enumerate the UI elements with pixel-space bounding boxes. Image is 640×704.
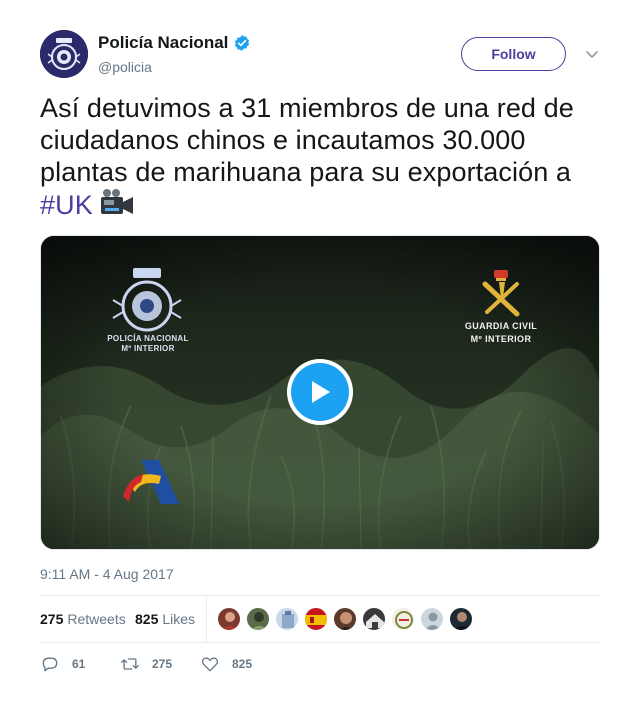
play-button-inner [291,363,349,421]
tweet-stats: 275 Retweets 825 Likes [40,595,600,643]
display-name[interactable]: Policía Nacional [98,33,228,53]
liker-avatar[interactable] [333,607,357,631]
likes-label: Likes [162,611,196,627]
liker-avatar[interactable] [246,607,270,631]
liker-avatar[interactable] [217,607,241,631]
liker-avatar[interactable] [391,607,415,631]
reply-button[interactable]: 61 [40,654,85,674]
stats-divider [206,596,207,642]
likes-count: 825 [135,611,159,627]
retweet-count: 275 [152,657,173,671]
retweets-stat[interactable]: 275 Retweets [40,611,126,627]
pn-caption-line1: POLICÍA NACIONAL [107,334,189,343]
liker-avatar[interactable] [275,607,299,631]
gc-caption-line2: Mº INTERIOR [470,334,532,344]
guardia-civil-caption: GUARDIA CIVIL Mº INTERIOR [451,320,551,346]
retweets-label: Retweets [67,611,126,627]
like-button[interactable]: 825 [200,654,252,674]
play-icon [312,381,330,403]
verified-badge-icon [235,35,250,51]
liker-avatar[interactable] [362,607,386,631]
tweet-actions: 61 275 825 [40,654,600,676]
guardia-civil-logo-icon [482,270,520,317]
likes-stat[interactable]: 825 Likes [135,611,195,627]
liker-avatar[interactable] [449,607,473,631]
avatar[interactable] [40,30,88,78]
name-row: Policía Nacional [98,33,251,53]
pn-caption-line2: Mº INTERIOR [121,344,175,353]
retweet-button[interactable]: 275 [120,654,172,674]
video-camera-emoji-icon [100,189,133,214]
tweet-timestamp[interactable]: 9:11 AM - 4 Aug 2017 [40,566,174,582]
liker-avatar[interactable] [420,607,444,631]
reply-icon [42,657,58,672]
handle[interactable]: @policia [98,59,152,75]
tweet-header: Policía Nacional @policia Follow [40,30,600,80]
play-button[interactable] [287,359,353,425]
policia-nacional-caption: POLICÍA NACIONAL Mº INTERIOR [93,334,203,354]
tweet-body: Así detuvimos a 31 miembros de una red d… [40,93,574,187]
tweet-text: Así detuvimos a 31 miembros de una red d… [40,92,600,221]
video-player[interactable]: POLICÍA NACIONAL Mº INTERIOR GUARDIA CIV… [40,235,600,550]
gc-caption-line1: GUARDIA CIVIL [464,321,538,331]
policia-nacional-crest-icon [40,30,88,78]
reply-count: 61 [72,657,86,671]
hashtag-link[interactable]: #UK [40,190,93,220]
heart-icon [201,657,219,672]
like-count: 825 [232,657,253,671]
liker-avatar[interactable] [304,607,328,631]
retweets-count: 275 [40,611,64,627]
agencia-tributaria-logo-icon [123,460,179,504]
retweet-icon [121,658,139,670]
follow-button[interactable]: Follow [461,37,566,71]
chevron-down-icon[interactable] [584,46,600,62]
